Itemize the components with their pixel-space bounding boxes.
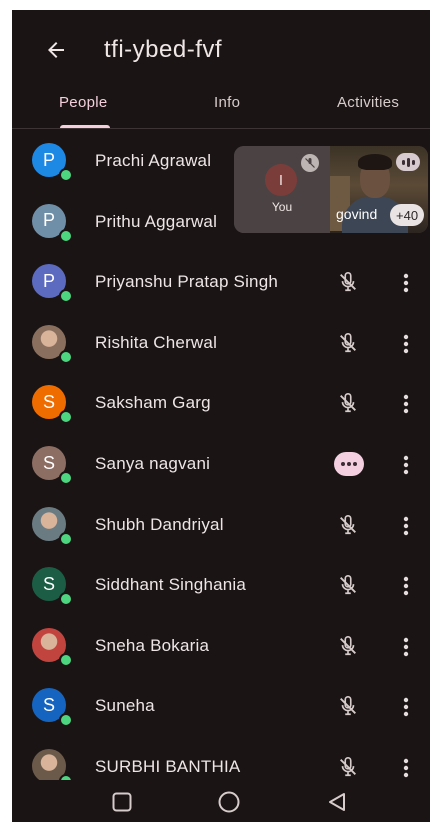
more-vertical-icon[interactable] — [398, 330, 414, 358]
participant-name: SURBHI BANTHIA — [95, 757, 241, 776]
speaking-indicator-icon — [396, 153, 420, 171]
arrow-left-icon — [48, 42, 64, 58]
mic-off-icon — [334, 389, 362, 417]
tab-activities[interactable]: Activities — [337, 94, 399, 111]
back-nav-button[interactable] — [325, 790, 349, 814]
system-nav-bar — [12, 782, 430, 822]
presence-dot — [59, 168, 73, 182]
circle-icon — [218, 791, 240, 813]
presence-dot — [59, 531, 73, 546]
participant-name: Siddhant Singhania — [95, 575, 247, 595]
participant-row[interactable]: Sneha Bokaria — [12, 617, 430, 677]
presence-dot — [59, 713, 73, 728]
home-button[interactable] — [217, 790, 241, 814]
participant-name: Sanya nagvani — [95, 454, 211, 473]
mic-off-icon — [301, 154, 319, 172]
presence-dot — [59, 410, 73, 425]
self-label: You — [271, 200, 293, 214]
square-icon — [112, 792, 132, 812]
mic-off-icon — [334, 692, 362, 720]
mic-off-icon — [334, 632, 362, 660]
more-vertical-icon[interactable] — [398, 512, 414, 540]
participant-row[interactable]: S Saksham Garg — [12, 374, 430, 434]
participant-name: Priyanshu Pratap Singh — [95, 272, 279, 292]
presence-dot — [59, 228, 73, 243]
meeting-people-screen: tfi-ybed-fvf People Info Activities P Pra… — [12, 10, 430, 822]
participant-row[interactable]: P Priyanshu Pratap Singh — [12, 253, 430, 313]
tab-people[interactable]: People — [59, 94, 108, 111]
video-participant-name: govind — [336, 206, 378, 222]
self-avatar: I — [265, 164, 297, 196]
presence-dot — [59, 289, 73, 304]
mic-off-icon — [334, 571, 362, 599]
participant-row[interactable]: S Siddhant Singhania — [12, 556, 430, 616]
participant-name: Sneha Bokaria — [95, 635, 210, 655]
presence-dot — [59, 471, 73, 485]
mic-off-icon — [334, 511, 362, 539]
mic-off-icon — [334, 329, 362, 357]
more-vertical-icon[interactable] — [398, 572, 414, 600]
call-preview-tile[interactable]: I You govind +40 — [234, 146, 428, 233]
participant-row[interactable]: Rishita Cherwal — [12, 314, 430, 374]
self-pane: I You — [234, 146, 330, 233]
participant-name: Prithu Aggarwal — [95, 211, 218, 231]
participant-name: Shubh Dandriyal — [95, 514, 224, 534]
more-vertical-icon[interactable] — [398, 390, 414, 418]
participant-name: Suneha — [95, 696, 155, 716]
video-person-hair — [358, 154, 392, 170]
participant-row[interactable]: S Sanya nagvani — [12, 435, 430, 495]
overflow-count-badge: +40 — [390, 204, 425, 226]
tab-divider — [12, 128, 430, 129]
mic-off-icon — [334, 753, 362, 780]
participant-row[interactable]: S Suneha — [12, 677, 430, 737]
mic-off-icon — [334, 268, 362, 296]
presence-dot — [59, 592, 73, 607]
top-app-bar: tfi-ybed-fvf — [12, 10, 430, 90]
presence-dot — [59, 774, 73, 780]
presence-dot — [59, 349, 73, 364]
tab-info[interactable]: Info — [214, 94, 240, 111]
more-vertical-icon[interactable] — [398, 269, 414, 297]
participant-row[interactable]: SURBHI BANTHIA — [12, 738, 430, 780]
participant-name: Rishita Cherwal — [95, 332, 218, 352]
more-vertical-icon[interactable] — [398, 754, 414, 780]
presence-dot — [59, 652, 73, 667]
meeting-title: tfi-ybed-fvf — [104, 36, 223, 63]
more-vertical-icon[interactable] — [398, 693, 414, 721]
tab-bar: People Info Activities — [12, 88, 430, 132]
more-horizontal-icon[interactable] — [334, 452, 364, 476]
triangle-back-icon — [329, 793, 345, 811]
participant-name: Prachi Agrawal — [95, 151, 212, 170]
participant-row[interactable]: Shubh Dandriyal — [12, 496, 430, 556]
more-vertical-icon[interactable] — [398, 451, 414, 479]
recents-button[interactable] — [110, 790, 134, 814]
participant-video: govind +40 — [330, 146, 428, 233]
more-vertical-icon[interactable] — [398, 633, 414, 661]
participant-name: Saksham Garg — [95, 393, 211, 413]
back-button[interactable] — [40, 34, 72, 66]
